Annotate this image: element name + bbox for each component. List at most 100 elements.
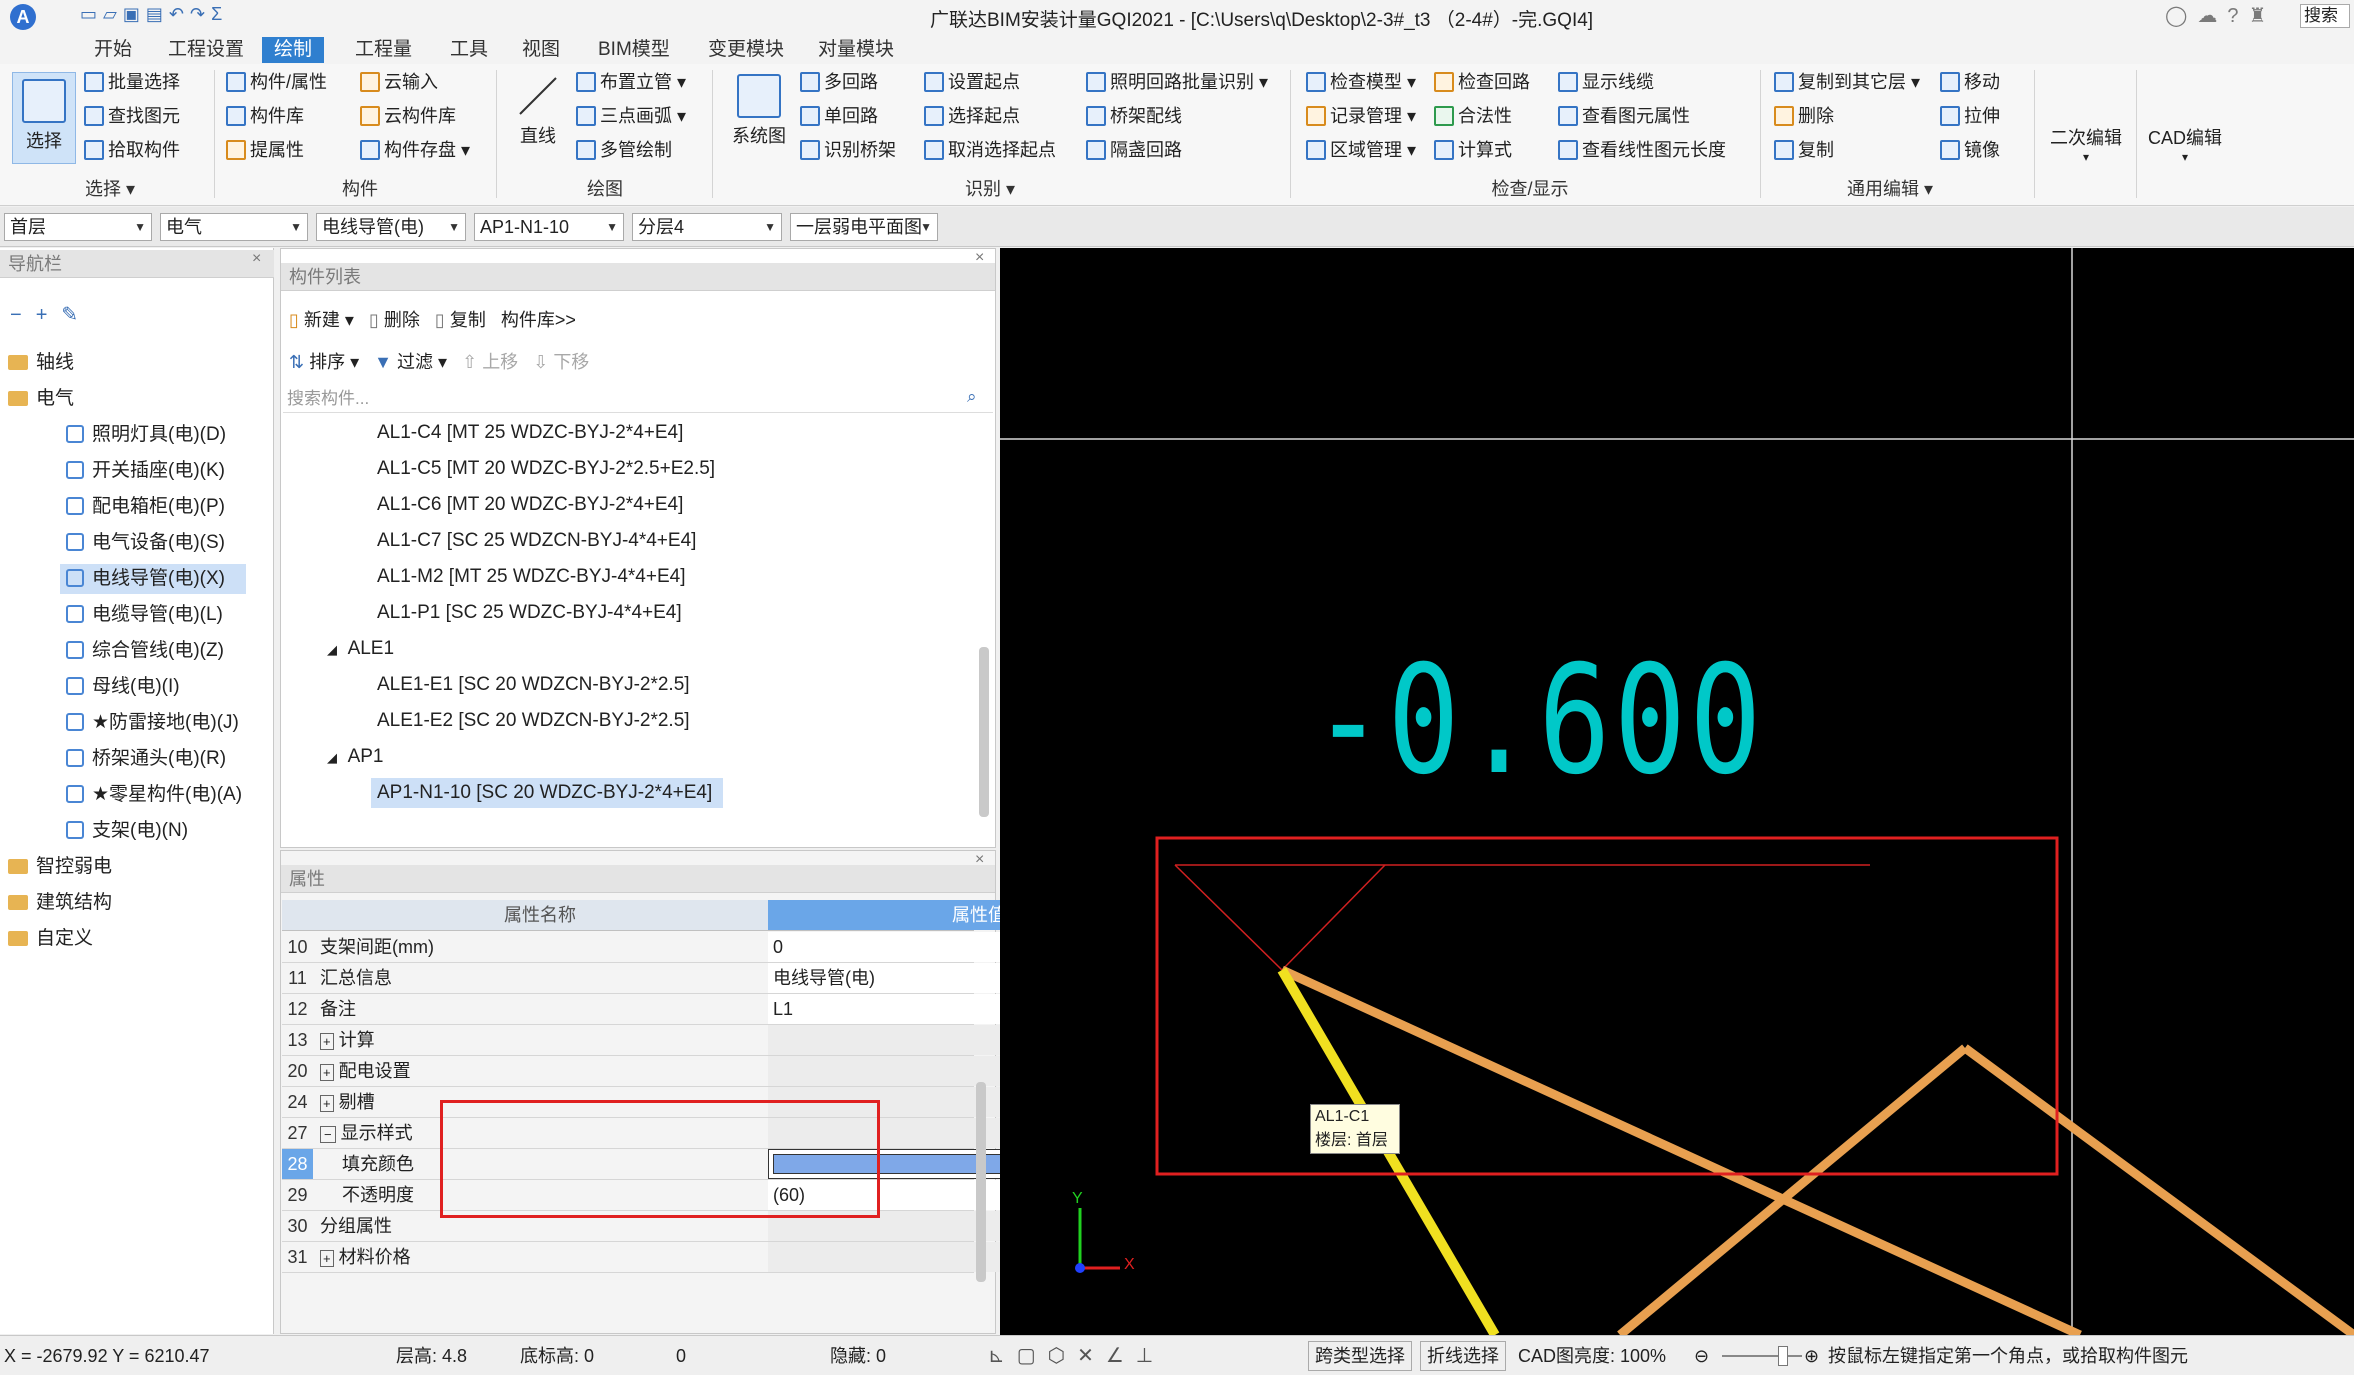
component-properties-button[interactable]: 构件/属性	[226, 68, 327, 96]
component-type-select[interactable]: 电线导管(电) ▼	[316, 213, 466, 241]
line-button[interactable]: 直线	[505, 74, 571, 148]
tab-draw[interactable]: 绘制	[262, 37, 325, 63]
component-save-button[interactable]: 构件存盘 ▾	[360, 136, 470, 164]
angle-icon[interactable]: ∠	[1106, 1345, 1136, 1367]
set-start-point-button[interactable]: 设置起点	[924, 68, 1020, 96]
expand-plus-icon[interactable]: +	[320, 1064, 334, 1081]
nav-custom[interactable]: 自定义	[8, 924, 93, 954]
component-select[interactable]: AP1-N1-10 ▼	[474, 213, 624, 241]
new-button[interactable]: ▯ 新建 ▾	[289, 310, 354, 330]
tree-group-ale1[interactable]: ◢ ALE1	[327, 634, 394, 664]
nav-cable-conduit[interactable]: 电缆导管(电)(L)	[66, 600, 223, 630]
property-row[interactable]: 12 备注 L1	[282, 994, 1231, 1025]
recognize-tray-button[interactable]: 识别桥架	[800, 136, 896, 164]
tab-bim-model[interactable]: BIM模型	[598, 37, 670, 63]
search-icon[interactable]: ⌕	[967, 387, 977, 407]
brightness-decrease-icon[interactable]: ⊖	[1694, 1336, 1709, 1375]
stretch-button[interactable]: 拉伸	[1940, 102, 2000, 130]
snap-icon[interactable]: ▢	[1017, 1345, 1048, 1367]
component-item[interactable]: AL1-M2 [MT 25 WDZC-BYJ-4*4+E4]	[377, 562, 686, 592]
mirror-button[interactable]: 镜像	[1940, 136, 2000, 164]
nav-busbar[interactable]: 母线(电)(I)	[66, 672, 180, 702]
nav-bracket[interactable]: 支架(电)(N)	[66, 816, 188, 846]
expand-plus-icon[interactable]: +	[320, 1095, 334, 1112]
component-item[interactable]: AL1-C4 [MT 25 WDZC-BYJ-2*4+E4]	[377, 418, 683, 448]
cube-icon[interactable]: ⬡	[1048, 1345, 1077, 1367]
new-file-icon[interactable]: ▭	[80, 4, 103, 24]
tab-compare-module[interactable]: 对量模块	[818, 37, 894, 63]
undo-icon[interactable]: ↶	[169, 4, 190, 24]
discipline-select[interactable]: 电气 ▼	[160, 213, 308, 241]
move-up-button[interactable]: ⇧ 上移	[462, 352, 518, 372]
view-linear-length-button[interactable]: 查看线性图元长度	[1558, 136, 1726, 164]
component-item[interactable]: AL1-C5 [MT 20 WDZC-BYJ-2*2.5+E2.5]	[377, 454, 715, 484]
nav-lightning-grounding[interactable]: ★防雷接地(电)(J)	[66, 708, 239, 738]
sum-icon[interactable]: Σ	[211, 4, 228, 24]
single-loop-button[interactable]: 单回路	[800, 102, 878, 130]
tab-start[interactable]: 开始	[94, 37, 132, 63]
nav-electric[interactable]: 电气	[8, 384, 74, 414]
open-file-icon[interactable]: ▱	[103, 4, 123, 24]
nav-wire-conduit[interactable]: 电线导管(电)(X)	[60, 564, 246, 594]
polyline-select-button[interactable]: 折线选择	[1420, 1341, 1506, 1371]
check-model-button[interactable]: 检查模型 ▾	[1306, 68, 1416, 96]
nav-tray-fitting[interactable]: 桥架通头(电)(R)	[66, 744, 226, 774]
delete-button[interactable]: 删除	[1774, 102, 1834, 130]
component-item[interactable]: AL1-P1 [SC 25 WDZC-BYJ-4*4+E4]	[377, 598, 682, 628]
component-list-close-icon[interactable]: ×	[975, 249, 984, 267]
select-button[interactable]: 选择	[12, 72, 76, 164]
find-element-button[interactable]: 查找图元	[84, 102, 180, 130]
cloud-input-button[interactable]: 云输入	[360, 68, 438, 96]
component-list-scrollbar[interactable]	[979, 647, 989, 817]
show-cable-button[interactable]: 显示线缆	[1558, 68, 1654, 96]
nav-smart-weak-current[interactable]: 智控弱电	[8, 852, 112, 882]
tab-quantity[interactable]: 工程量	[355, 37, 412, 63]
property-row[interactable]: 13 + 计算	[282, 1025, 1190, 1056]
multi-pipe-draw-button[interactable]: 多管绘制	[576, 136, 672, 164]
component-library-link[interactable]: 构件库>>	[501, 310, 576, 330]
properties-close-icon[interactable]: ×	[975, 851, 984, 869]
three-point-arc-button[interactable]: 三点画弧 ▾	[576, 102, 686, 130]
tab-project-settings[interactable]: 工程设置	[168, 37, 244, 63]
search-box[interactable]: 搜索	[2300, 4, 2350, 28]
expand-plus-icon[interactable]: +	[320, 1250, 334, 1267]
collapse-triangle-icon[interactable]: ◢	[327, 750, 337, 765]
tab-view[interactable]: 视图	[522, 37, 560, 63]
system-diagram-button[interactable]: 系统图	[722, 74, 796, 148]
nav-misc-component[interactable]: ★零星构件(电)(A)	[66, 780, 242, 810]
properties-scrollbar[interactable]	[976, 1082, 986, 1282]
nav-combined-pipeline[interactable]: 综合管线(电)(Z)	[66, 636, 224, 666]
group-label-edit[interactable]: 通用编辑 ▾	[1830, 177, 1950, 201]
export-icon[interactable]: ▤	[146, 4, 169, 24]
cad-edit-button[interactable]: CAD编辑 ▾	[2142, 124, 2228, 164]
brightness-slider-handle[interactable]	[1778, 1346, 1788, 1366]
layer-select[interactable]: 分层4 ▼	[632, 213, 782, 241]
copy-component-button[interactable]: ▯ 复制	[435, 310, 486, 330]
filter-button[interactable]: ▼ 过滤 ▾	[374, 352, 447, 372]
component-item[interactable]: AL1-C7 [SC 25 WDZCN-BYJ-4*4+E4]	[377, 526, 696, 556]
drawing-canvas[interactable]: -0.600 AL1-C1 楼层: 首层 Y X	[1000, 248, 2354, 1335]
copy-button[interactable]: 复制	[1774, 136, 1834, 164]
help-icon[interactable]: ?	[2227, 5, 2248, 27]
navigator-close-icon[interactable]: ×	[252, 250, 261, 268]
shirt-icon[interactable]: ♜	[2249, 5, 2277, 27]
property-row[interactable]: 20 + 配电设置	[282, 1056, 1190, 1087]
delete-component-button[interactable]: ▯ 删除	[369, 310, 420, 330]
tree-group-ap1[interactable]: ◢ AP1	[327, 742, 383, 772]
validity-button[interactable]: 合法性	[1434, 102, 1512, 130]
edit-icon[interactable]: ✎	[61, 304, 92, 326]
cloud-library-button[interactable]: 云构件库	[360, 102, 456, 130]
move-button[interactable]: 移动	[1940, 68, 2000, 96]
ortho-icon[interactable]: ⊾	[988, 1345, 1017, 1367]
nav-axis[interactable]: 轴线	[8, 348, 74, 378]
property-row[interactable]: 10 支架间距(mm) 0	[282, 932, 1231, 963]
lamp-loop-button[interactable]: 隔盏回路	[1086, 136, 1182, 164]
area-management-button[interactable]: 区域管理 ▾	[1306, 136, 1416, 164]
sort-button[interactable]: ⇅ 排序 ▾	[289, 352, 359, 372]
cross-icon[interactable]: ✕	[1077, 1345, 1106, 1367]
nav-electrical-equipment[interactable]: 电气设备(电)(S)	[66, 528, 225, 558]
select-start-point-button[interactable]: 选择起点	[924, 102, 1020, 130]
user-icon[interactable]: ◯	[2165, 5, 2197, 27]
pick-component-button[interactable]: 拾取构件	[84, 136, 180, 164]
expand-plus-icon[interactable]: +	[320, 1033, 334, 1050]
